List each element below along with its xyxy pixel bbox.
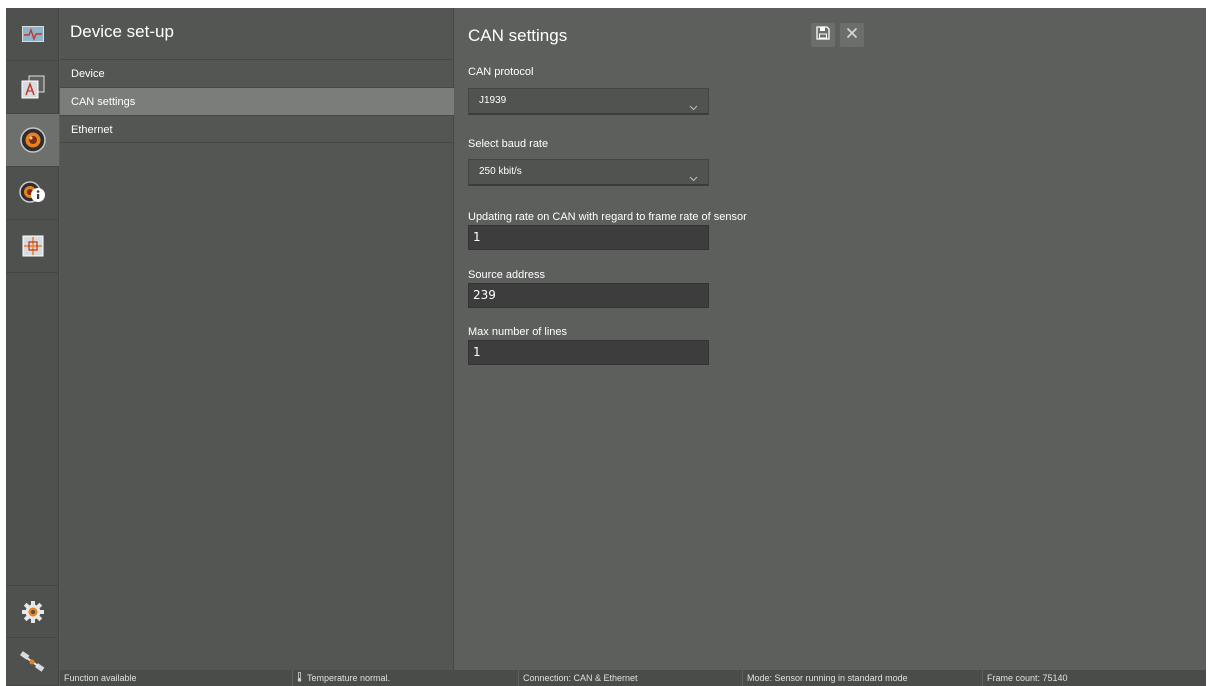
status-connection: Connection: CAN & Ethernet — [518, 670, 742, 686]
max-lines-label: Max number of lines — [468, 326, 568, 338]
rail-device-setup-button[interactable] — [6, 114, 59, 167]
status-temperature: Temperature normal. — [292, 670, 518, 686]
rail-connection-button[interactable] — [6, 638, 59, 686]
setup-item-ethernet[interactable]: Ethernet — [60, 115, 454, 143]
can-settings-panel: CAN settings CAN protocol J1939 Select b… — [455, 8, 1206, 670]
baud-rate-label: Select baud rate — [468, 138, 549, 150]
status-temperature-text: Temperature normal. — [307, 673, 391, 683]
device-info-icon — [18, 180, 47, 206]
baud-rate-select[interactable]: 250 kbit/s — [468, 159, 709, 186]
monitor-icon — [21, 26, 44, 42]
chevron-down-icon — [689, 97, 698, 121]
gear-icon — [21, 600, 45, 624]
rail-settings-button[interactable] — [6, 585, 59, 638]
application-window: Device set-up Device CAN settings Ethern… — [6, 8, 1206, 686]
update-rate-label: Updating rate on CAN with regard to fram… — [468, 211, 747, 223]
page-title: CAN settings — [468, 26, 568, 45]
setup-menu: Device CAN settings Ethernet — [60, 59, 454, 143]
rail-measurement-button[interactable] — [6, 61, 59, 114]
close-button[interactable] — [840, 23, 864, 47]
device-setup-panel: Device set-up Device CAN settings Ethern… — [60, 8, 454, 670]
roi-icon — [22, 235, 44, 257]
setup-item-device[interactable]: Device — [60, 59, 454, 87]
navigation-rail — [6, 8, 59, 686]
setup-item-can-settings[interactable]: CAN settings — [60, 87, 454, 115]
can-protocol-value: J1939 — [479, 95, 507, 106]
source-address-input[interactable]: 239 — [468, 283, 709, 308]
thermometer-icon — [297, 671, 302, 686]
can-protocol-label: CAN protocol — [468, 66, 534, 78]
rail-device-info-button[interactable] — [6, 167, 59, 220]
device-setup-icon — [19, 127, 46, 153]
status-mode: Mode: Sensor running in standard mode — [742, 670, 982, 686]
max-lines-input[interactable]: 1 — [468, 340, 709, 365]
status-frame-count: Frame count: 75140 — [982, 670, 1206, 686]
setup-title: Device set-up — [70, 22, 174, 41]
status-bar: Function available Temperature normal. C… — [60, 670, 1206, 686]
status-function: Function available — [64, 673, 137, 683]
measurement-icon — [21, 75, 45, 99]
can-protocol-select[interactable]: J1939 — [468, 88, 709, 115]
source-address-label: Source address — [468, 269, 546, 281]
satellite-icon — [19, 650, 46, 674]
close-icon — [846, 26, 858, 44]
save-button[interactable] — [811, 23, 835, 47]
update-rate-input[interactable]: 1 — [468, 225, 709, 250]
chevron-down-icon — [689, 168, 698, 192]
rail-roi-button[interactable] — [6, 220, 59, 273]
baud-rate-value: 250 kbit/s — [479, 166, 522, 177]
rail-monitor-button[interactable] — [6, 8, 59, 61]
save-icon — [816, 25, 830, 45]
